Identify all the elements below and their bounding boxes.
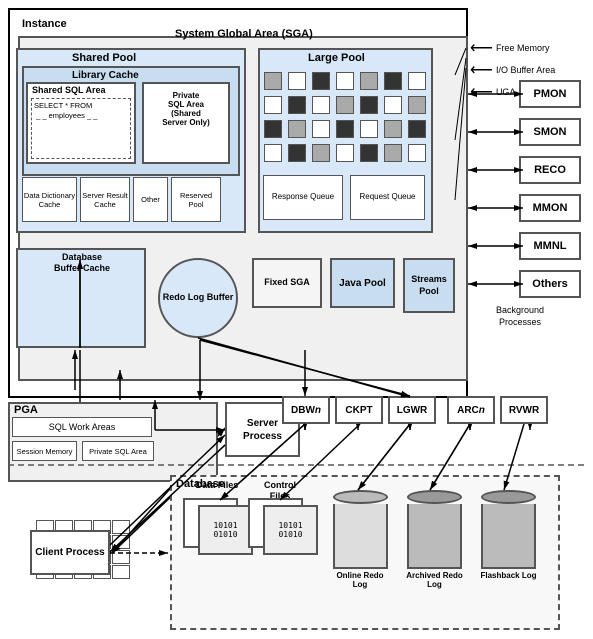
mmon-box: MMON [519, 194, 581, 222]
free-memory-label: Free Memory [496, 43, 550, 53]
mmnl-label: MMNL [534, 240, 567, 252]
dbwn-box: DBWn [282, 396, 330, 424]
sql-work-areas: SQL Work Areas [12, 417, 152, 437]
reserved-pool-box: Reserved Pool [171, 177, 221, 222]
request-queue-box: Request Queue [350, 175, 425, 220]
data-files-label: Data Files [192, 480, 242, 491]
streams-pool-box: Streams Pool [403, 258, 455, 313]
private-sql-box: PrivateSQL Area(SharedServer Only) [142, 82, 230, 164]
pga-label: PGA [14, 404, 38, 416]
online-redo-log: Online Redo Log [330, 490, 390, 589]
redo-log-buffer-box: Redo Log Buffer [158, 258, 238, 338]
mmnl-box: MMNL [519, 232, 581, 260]
archived-redo-log: Archived Redo Log [402, 490, 467, 589]
reco-box: RECO [519, 156, 581, 184]
reco-label: RECO [534, 164, 566, 176]
archived-redo-label: Archived Redo Log [402, 571, 467, 589]
mmon-label: MMON [533, 202, 568, 214]
rvwr-box: RVWR [500, 396, 548, 424]
shared-sql-box: Shared SQL Area SELECT * FROM _ _ employ… [26, 82, 136, 164]
server-result-box: Server Result Cache [80, 177, 130, 222]
dbc-box: DatabaseBuffer Cache [16, 248, 146, 348]
bg-processes-label: Background Processes [480, 305, 560, 328]
java-pool-box: Java Pool [330, 258, 395, 308]
control-file-box-2: 1010101010 [263, 505, 318, 555]
instance-label: Instance [22, 18, 67, 30]
large-pool-dots [260, 68, 431, 168]
shared-sql-content: SELECT * FROM _ _ employees _ _ [31, 98, 131, 159]
client-process-box: Client Process [30, 530, 110, 575]
large-pool-label: Large Pool [308, 52, 365, 64]
others-label: Others [532, 278, 567, 290]
session-memory: Session Memory [12, 441, 77, 461]
others-box: Others [519, 270, 581, 298]
smon-box: SMON [519, 118, 581, 146]
ckpt-box: CKPT [335, 396, 383, 424]
dbc-label: DatabaseBuffer Cache [23, 252, 141, 274]
smon-label: SMON [534, 126, 567, 138]
other-box: Other [133, 177, 168, 222]
pmon-label: PMON [534, 88, 567, 100]
data-file-box-2: 1010101010 [198, 505, 253, 555]
data-dict-box: Data Dictionary Cache [22, 177, 77, 222]
lgwr-box: LGWR [388, 396, 436, 424]
flashback-log: Flashback Log [476, 490, 541, 580]
uga-label: UGA [496, 87, 516, 97]
pmon-box: PMON [519, 80, 581, 108]
library-cache-label: Library Cache [72, 70, 139, 81]
arcn-box: ARCn [447, 396, 495, 424]
flashback-log-label: Flashback Log [476, 571, 541, 580]
shared-sql-label: Shared SQL Area [32, 85, 132, 95]
response-queue-box: Response Queue [263, 175, 343, 220]
shared-pool-label: Shared Pool [72, 52, 136, 64]
diagram-container: Instance System Global Area (SGA) Shared… [0, 0, 593, 639]
fixed-sga-box: Fixed SGA [252, 258, 322, 308]
sga-label: System Global Area (SGA) [175, 28, 313, 40]
private-sql-area: Private SQL Area [82, 441, 154, 461]
io-buffer-label: I/O Buffer Area [496, 65, 555, 75]
private-sql-text: PrivateSQL Area(SharedServer Only) [147, 87, 225, 131]
online-redo-label: Online Redo Log [330, 571, 390, 589]
